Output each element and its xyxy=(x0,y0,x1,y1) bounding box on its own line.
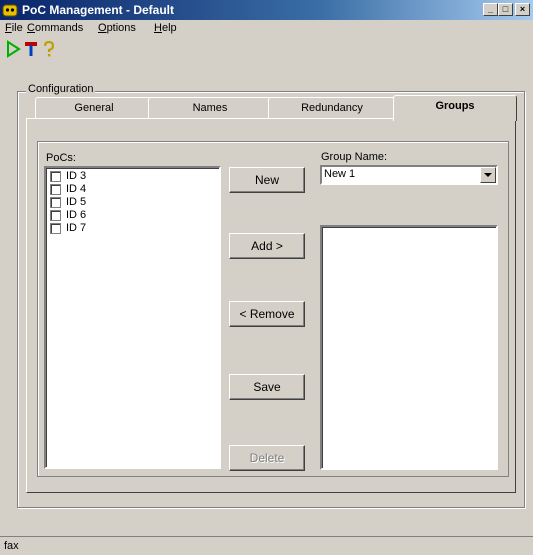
group-name-label: Group Name: xyxy=(321,151,388,163)
delete-button: Delete xyxy=(229,445,305,471)
chevron-down-icon xyxy=(484,173,492,177)
menu-help-accel: H xyxy=(154,22,162,34)
poc-checkbox[interactable] xyxy=(50,223,61,234)
poc-label: ID 5 xyxy=(66,196,87,208)
poc-checkbox[interactable] xyxy=(50,171,61,182)
poc-checkbox[interactable] xyxy=(50,184,61,195)
menu-file-label: ile xyxy=(11,22,23,34)
dropdown-button[interactable] xyxy=(480,167,496,183)
add-button[interactable]: Add > xyxy=(229,233,305,259)
tab-redundancy[interactable]: Redundancy xyxy=(268,97,396,119)
poc-checkbox[interactable] xyxy=(50,210,61,221)
menu-options-label: ptions xyxy=(106,22,136,34)
remove-button[interactable]: < Remove xyxy=(229,301,305,327)
app-icon xyxy=(2,4,18,17)
help-icon[interactable] xyxy=(40,40,58,58)
status-text: fax xyxy=(4,540,19,552)
play-icon[interactable] xyxy=(4,40,22,58)
title-bar[interactable]: PoC Management - Default _ □ × xyxy=(0,0,533,20)
toolbar xyxy=(0,38,533,62)
poc-checkbox[interactable] xyxy=(50,197,61,208)
window-title: PoC Management - Default xyxy=(22,3,175,17)
pocs-listbox[interactable]: ID 3 ID 4 ID 5 ID 6 ID 7 xyxy=(44,166,221,469)
tab-groups[interactable]: Groups xyxy=(393,95,517,121)
poc-label: ID 7 xyxy=(66,222,87,234)
menu-help-label: elp xyxy=(161,22,177,34)
tools-icon[interactable] xyxy=(22,40,40,58)
group-name-combobox[interactable]: New 1 xyxy=(320,165,498,185)
save-button[interactable]: Save xyxy=(229,374,305,400)
menu-commands-accel: C xyxy=(27,22,35,34)
configuration-label: Configuration xyxy=(26,83,96,95)
menu-commands[interactable]: Commands xyxy=(27,22,83,34)
maximize-button[interactable]: □ xyxy=(498,3,513,16)
close-button[interactable]: × xyxy=(515,3,530,16)
new-button[interactable]: New xyxy=(229,167,305,193)
menu-bar: File Commands Options Help xyxy=(0,20,533,38)
tab-names[interactable]: Names xyxy=(148,97,272,119)
pocs-label: PoCs: xyxy=(46,152,76,164)
menu-file-accel: F xyxy=(5,22,12,34)
menu-options-accel: O xyxy=(98,22,107,34)
poc-label: ID 4 xyxy=(66,183,87,195)
poc-label: ID 6 xyxy=(66,209,87,221)
menu-help[interactable]: Help xyxy=(154,22,177,34)
group-name-value: New 1 xyxy=(324,168,356,180)
poc-label: ID 3 xyxy=(66,170,87,182)
status-bar: fax xyxy=(0,536,533,555)
group-members-listbox[interactable] xyxy=(320,225,498,470)
tab-general[interactable]: General xyxy=(35,97,153,119)
menu-options[interactable]: Options xyxy=(98,22,136,34)
menu-commands-label: ommands xyxy=(34,22,84,34)
minimize-button[interactable]: _ xyxy=(483,3,498,16)
menu-file[interactable]: File xyxy=(5,22,23,34)
